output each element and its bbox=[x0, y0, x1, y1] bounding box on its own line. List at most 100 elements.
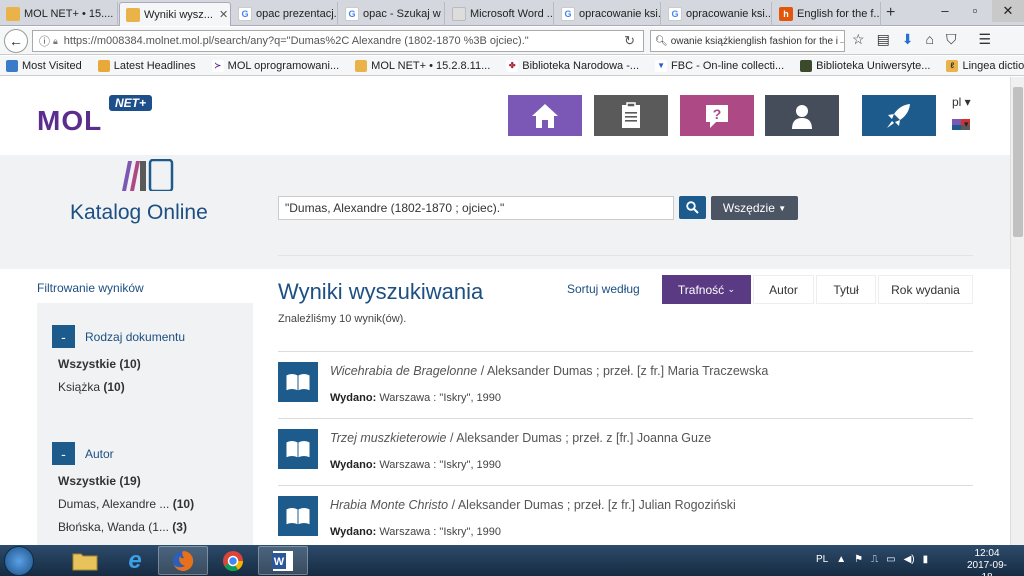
mol-net-logo[interactable]: MOL NET+ bbox=[37, 95, 153, 136]
collapse-minus-icon[interactable]: - bbox=[52, 325, 75, 348]
sort-relevance-button[interactable]: Trafność ⌄ bbox=[662, 275, 751, 304]
star-icon[interactable]: ☆ bbox=[852, 31, 865, 48]
search-scope-dropdown[interactable]: Wszędzie ▼ bbox=[711, 196, 798, 220]
filter-section-author: - Autor Wszystkie (19) Dumas, Alexandre .… bbox=[52, 442, 242, 534]
user-nav-button[interactable] bbox=[765, 95, 839, 136]
bookmark-item[interactable]: ℓLingea dictionaries | D... bbox=[946, 59, 1024, 72]
new-tab-icon[interactable]: + bbox=[886, 4, 895, 22]
arrow-right-icon[interactable]: → bbox=[838, 36, 844, 47]
scrollbar-thumb[interactable] bbox=[1013, 87, 1023, 237]
google-favicon-icon: G bbox=[561, 7, 575, 21]
sort-title-button[interactable]: Tytuł bbox=[816, 275, 876, 304]
web-page: MOL NET+ ? pl ▾ ▾ Katalog Online "Dumas,… bbox=[0, 77, 1010, 545]
taskbar-word[interactable]: W bbox=[258, 546, 308, 575]
taskbar-chrome[interactable] bbox=[208, 546, 258, 575]
display-icon[interactable]: ▭ bbox=[886, 554, 895, 565]
caret-down-icon: ▼ bbox=[778, 203, 787, 213]
battery-icon[interactable]: ▮ bbox=[923, 554, 929, 565]
bookmark-item[interactable]: Biblioteka Uniwersyte... bbox=[800, 59, 930, 72]
pocket-icon[interactable]: ⛉ bbox=[946, 31, 957, 48]
result-title-link[interactable]: Hrabia Monte Christo / Aleksander Dumas … bbox=[330, 498, 736, 512]
network-icon[interactable]: ▲ bbox=[836, 554, 846, 565]
home-nav-button[interactable] bbox=[508, 95, 582, 136]
bookmark-item[interactable]: Most Visited bbox=[6, 59, 82, 72]
search-icon bbox=[686, 201, 699, 214]
site-header: MOL NET+ ? pl ▾ ▾ bbox=[0, 77, 1010, 155]
bookmark-item[interactable]: ✤ Biblioteka Narodowa -... bbox=[506, 59, 639, 72]
clipboard-icon bbox=[622, 101, 640, 128]
close-window-icon[interactable]: ✕ bbox=[992, 0, 1024, 22]
filter-panel: - Rodzaj dokumentu Wszystkie (10) Książka… bbox=[37, 303, 253, 545]
search-button[interactable] bbox=[679, 196, 706, 219]
filter-option[interactable]: Książka (10) bbox=[58, 380, 242, 394]
usb-icon[interactable]: ⎍ bbox=[871, 554, 878, 565]
catalog-title: Katalog Online bbox=[70, 201, 208, 224]
browser-tab[interactable]: h English for the f... bbox=[773, 2, 881, 26]
browser-tab[interactable]: Microsoft Word ... bbox=[446, 2, 554, 26]
browser-tab[interactable]: Gopracowanie ksi... bbox=[555, 2, 661, 26]
bookmark-item[interactable]: ≻ MOL oprogramowani... bbox=[211, 59, 339, 72]
page-scrollbar[interactable] bbox=[1010, 77, 1024, 545]
sort-year-button[interactable]: Rok wydania bbox=[878, 275, 973, 304]
catalog-search-input[interactable] bbox=[278, 196, 674, 220]
close-tab-icon[interactable]: ✕ bbox=[213, 8, 228, 21]
browser-tab[interactable]: Gopracowanie ksi... bbox=[662, 2, 772, 26]
url-text: https://m008384.molnet.mol.pl/search/any… bbox=[63, 35, 529, 47]
minimize-icon[interactable]: – bbox=[930, 0, 960, 22]
collapse-minus-icon[interactable]: - bbox=[52, 442, 75, 465]
chevron-down-icon: ⌄ bbox=[727, 284, 736, 294]
h-favicon-icon: h bbox=[779, 7, 793, 21]
menu-icon[interactable]: ☰ bbox=[979, 31, 992, 48]
taskbar-ie[interactable]: e bbox=[110, 546, 160, 575]
help-nav-button[interactable]: ? bbox=[680, 95, 754, 136]
user-icon bbox=[792, 104, 812, 129]
sort-author-button[interactable]: Autor bbox=[753, 275, 814, 304]
result-title-link[interactable]: Wicehrabia de Bragelonne / Aleksander Du… bbox=[330, 364, 768, 378]
url-bar[interactable]: ⓘ 🔒︎ https://m008384.molnet.mol.pl/searc… bbox=[32, 30, 644, 52]
start-button[interactable] bbox=[4, 546, 34, 576]
tab-label: Wyniki wysz... bbox=[144, 8, 213, 21]
browser-search-input[interactable]: 🔍︎ owanie książkienglish fashion for the… bbox=[650, 30, 845, 52]
bookmark-item[interactable]: ▼ FBC - On-line collecti... bbox=[655, 59, 784, 72]
browser-tab[interactable]: MOL NET+ • 15.... bbox=[0, 2, 118, 26]
volume-icon[interactable]: ◀) bbox=[904, 554, 915, 565]
maximize-icon[interactable]: ▫ bbox=[960, 0, 990, 22]
back-arrow-icon[interactable]: ← bbox=[4, 29, 28, 53]
input-language[interactable]: PL bbox=[816, 554, 828, 565]
tab-label: MOL NET+ • 15.... bbox=[24, 8, 114, 20]
folder-icon bbox=[72, 553, 98, 570]
taskbar-explorer[interactable] bbox=[60, 546, 110, 575]
info-icon[interactable]: ⓘ bbox=[39, 33, 50, 49]
bookmark-item[interactable]: MOL NET+ • 15.2.8.11... bbox=[355, 59, 490, 72]
language-select[interactable]: pl ▾ bbox=[952, 95, 971, 109]
home-icon[interactable]: ⌂ bbox=[926, 31, 934, 48]
browser-tab[interactable]: Gopac - Szukaj w ... bbox=[339, 2, 445, 26]
rocket-nav-button[interactable] bbox=[862, 95, 936, 136]
filter-option[interactable]: Dumas, Alexandre ... (10) bbox=[58, 497, 242, 511]
results-title: Wyniki wyszukiwania bbox=[278, 279, 484, 304]
reload-icon[interactable]: ↻ bbox=[624, 33, 635, 49]
browser-tab-active[interactable]: Wyniki wysz... ✕ bbox=[119, 2, 231, 26]
search-text: owanie książkienglish fashion for the i bbox=[670, 35, 839, 47]
download-icon[interactable]: ⬇ bbox=[902, 31, 914, 48]
mol-favicon-icon bbox=[6, 7, 20, 21]
filter-section-document-type: - Rodzaj dokumentu Wszystkie (10) Książka… bbox=[52, 325, 242, 394]
notification-icon[interactable]: ⚑ bbox=[854, 554, 863, 565]
reader-list-icon[interactable]: ▤ bbox=[877, 31, 890, 48]
house-icon bbox=[532, 103, 558, 128]
bookmark-item[interactable]: Latest Headlines bbox=[97, 59, 196, 72]
book-icon bbox=[278, 429, 318, 469]
document-favicon-icon bbox=[452, 7, 466, 21]
browser-tab[interactable]: Gopac prezentacj... bbox=[232, 2, 338, 26]
system-clock[interactable]: 12:04 2017-09-18 bbox=[962, 548, 1012, 576]
filter-section-heading: Autor bbox=[85, 446, 114, 461]
scope-label: Wszędzie bbox=[722, 201, 775, 215]
clipboard-nav-button[interactable] bbox=[594, 95, 668, 136]
result-title-link[interactable]: Trzej muszkieterowie / Aleksander Dumas … bbox=[330, 431, 711, 445]
filter-option[interactable]: Wszystkie (19) bbox=[58, 474, 242, 488]
filter-option[interactable]: Wszystkie (10) bbox=[58, 357, 242, 371]
result-item: Wicehrabia de Bragelonne / Aleksander Du… bbox=[278, 351, 973, 418]
book-icon bbox=[278, 496, 318, 536]
filter-option[interactable]: Błońska, Wanda (1... (3) bbox=[58, 520, 242, 534]
taskbar-firefox[interactable] bbox=[158, 546, 208, 575]
